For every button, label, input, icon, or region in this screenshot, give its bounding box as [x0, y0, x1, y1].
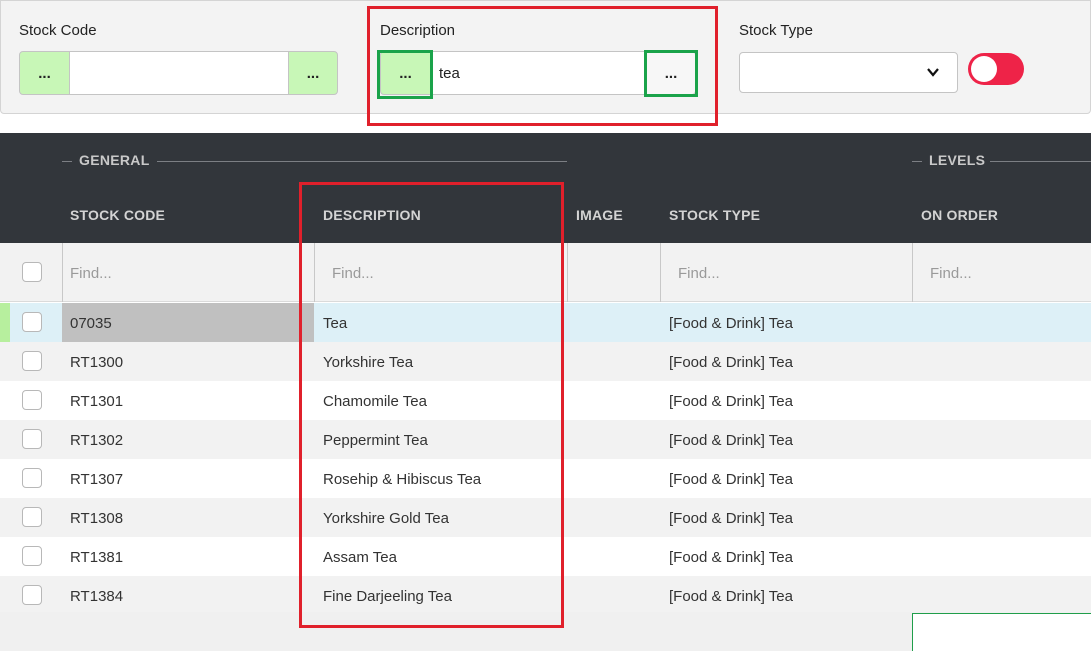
table-row[interactable]: RT1381 Assam Tea [Food & Drink] Tea — [0, 537, 1091, 576]
find-stock-code-input[interactable] — [70, 258, 300, 288]
cell-stock-type[interactable]: [Food & Drink] Tea — [669, 315, 793, 332]
cell-stock-type[interactable]: [Food & Drink] Tea — [669, 549, 793, 566]
selected-row-marker — [0, 303, 10, 342]
stock-code-label: Stock Code — [19, 22, 97, 39]
cell-stock-code[interactable]: RT1308 — [70, 510, 123, 527]
row-checkbox[interactable] — [22, 351, 42, 371]
row-checkbox[interactable] — [22, 429, 42, 449]
stock-type-select[interactable] — [739, 52, 958, 93]
chevron-down-icon — [927, 68, 939, 77]
cell-description[interactable]: Yorkshire Tea — [323, 354, 413, 371]
find-description-input[interactable] — [332, 258, 552, 288]
table-row[interactable]: RT1302 Peppermint Tea [Food & Drink] Tea — [0, 420, 1091, 459]
row-checkbox[interactable] — [22, 390, 42, 410]
group-levels-title: LEVELS — [929, 152, 986, 168]
row-checkbox[interactable] — [22, 585, 42, 605]
group-divider — [912, 161, 922, 162]
cell-stock-code[interactable]: RT1301 — [70, 393, 123, 410]
toggle-knob — [971, 56, 997, 82]
cell-description[interactable]: Yorkshire Gold Tea — [323, 510, 449, 527]
description-lookup-left-button[interactable]: ... — [380, 51, 431, 95]
grid-header — [0, 133, 1091, 243]
stock-code-lookup-left-button[interactable]: ... — [19, 51, 70, 95]
cell-stock-code[interactable]: RT1300 — [70, 354, 123, 371]
table-row[interactable]: 07035 Tea [Food & Drink] Tea — [0, 303, 1091, 342]
column-header-stock-type[interactable]: STOCK TYPE — [669, 207, 760, 223]
description-lookup-right-button[interactable]: ... — [646, 51, 696, 95]
column-header-description[interactable]: DESCRIPTION — [323, 207, 421, 223]
cell-stock-code[interactable]: RT1302 — [70, 432, 123, 449]
group-general-title: GENERAL — [79, 152, 150, 168]
cell-stock-code[interactable]: RT1384 — [70, 588, 123, 605]
table-row[interactable]: RT1300 Yorkshire Tea [Food & Drink] Tea — [0, 342, 1091, 381]
table-row[interactable]: RT1308 Yorkshire Gold Tea [Food & Drink]… — [0, 498, 1091, 537]
find-on-order-input[interactable] — [930, 258, 1080, 288]
table-row[interactable]: RT1384 Fine Darjeeling Tea [Food & Drink… — [0, 576, 1091, 615]
cell-description[interactable]: Rosehip & Hibiscus Tea — [323, 471, 481, 488]
stock-type-label: Stock Type — [739, 22, 813, 39]
cell-description[interactable]: Tea — [323, 315, 347, 332]
stock-code-lookup-right-button[interactable]: ... — [288, 51, 338, 95]
cell-stock-type[interactable]: [Food & Drink] Tea — [669, 588, 793, 605]
row-checkbox[interactable] — [22, 468, 42, 488]
row-checkbox[interactable] — [22, 546, 42, 566]
table-row[interactable]: RT1307 Rosehip & Hibiscus Tea [Food & Dr… — [0, 459, 1091, 498]
row-checkbox[interactable] — [22, 507, 42, 527]
cell-stock-code[interactable]: RT1307 — [70, 471, 123, 488]
column-header-on-order[interactable]: ON ORDER — [921, 207, 998, 223]
cell-stock-code[interactable]: RT1381 — [70, 549, 123, 566]
stock-code-input[interactable] — [69, 51, 289, 95]
description-input[interactable] — [430, 51, 647, 95]
corner-panel — [912, 613, 1091, 651]
cell-description[interactable]: Peppermint Tea — [323, 432, 428, 449]
find-stock-type-input[interactable] — [678, 258, 898, 288]
cell-description[interactable]: Assam Tea — [323, 549, 397, 566]
cell-stock-type[interactable]: [Food & Drink] Tea — [669, 354, 793, 371]
group-divider — [157, 161, 567, 162]
column-header-stock-code[interactable]: STOCK CODE — [70, 207, 165, 223]
cell-stock-type[interactable]: [Food & Drink] Tea — [669, 471, 793, 488]
table-row[interactable]: RT1301 Chamomile Tea [Food & Drink] Tea — [0, 381, 1091, 420]
cell-description[interactable]: Fine Darjeeling Tea — [323, 588, 452, 605]
select-all-checkbox[interactable] — [22, 262, 42, 282]
group-divider — [62, 161, 72, 162]
cell-description[interactable]: Chamomile Tea — [323, 393, 427, 410]
find-cell — [567, 243, 660, 302]
cell-stock-code[interactable]: 07035 — [70, 315, 112, 332]
group-divider — [990, 161, 1091, 162]
row-checkbox[interactable] — [22, 312, 42, 332]
cell-stock-type[interactable]: [Food & Drink] Tea — [669, 510, 793, 527]
cell-stock-type[interactable]: [Food & Drink] Tea — [669, 432, 793, 449]
cell-stock-type[interactable]: [Food & Drink] Tea — [669, 393, 793, 410]
description-label: Description — [380, 22, 456, 39]
stock-type-toggle[interactable] — [968, 53, 1024, 85]
column-header-image[interactable]: IMAGE — [576, 207, 623, 223]
